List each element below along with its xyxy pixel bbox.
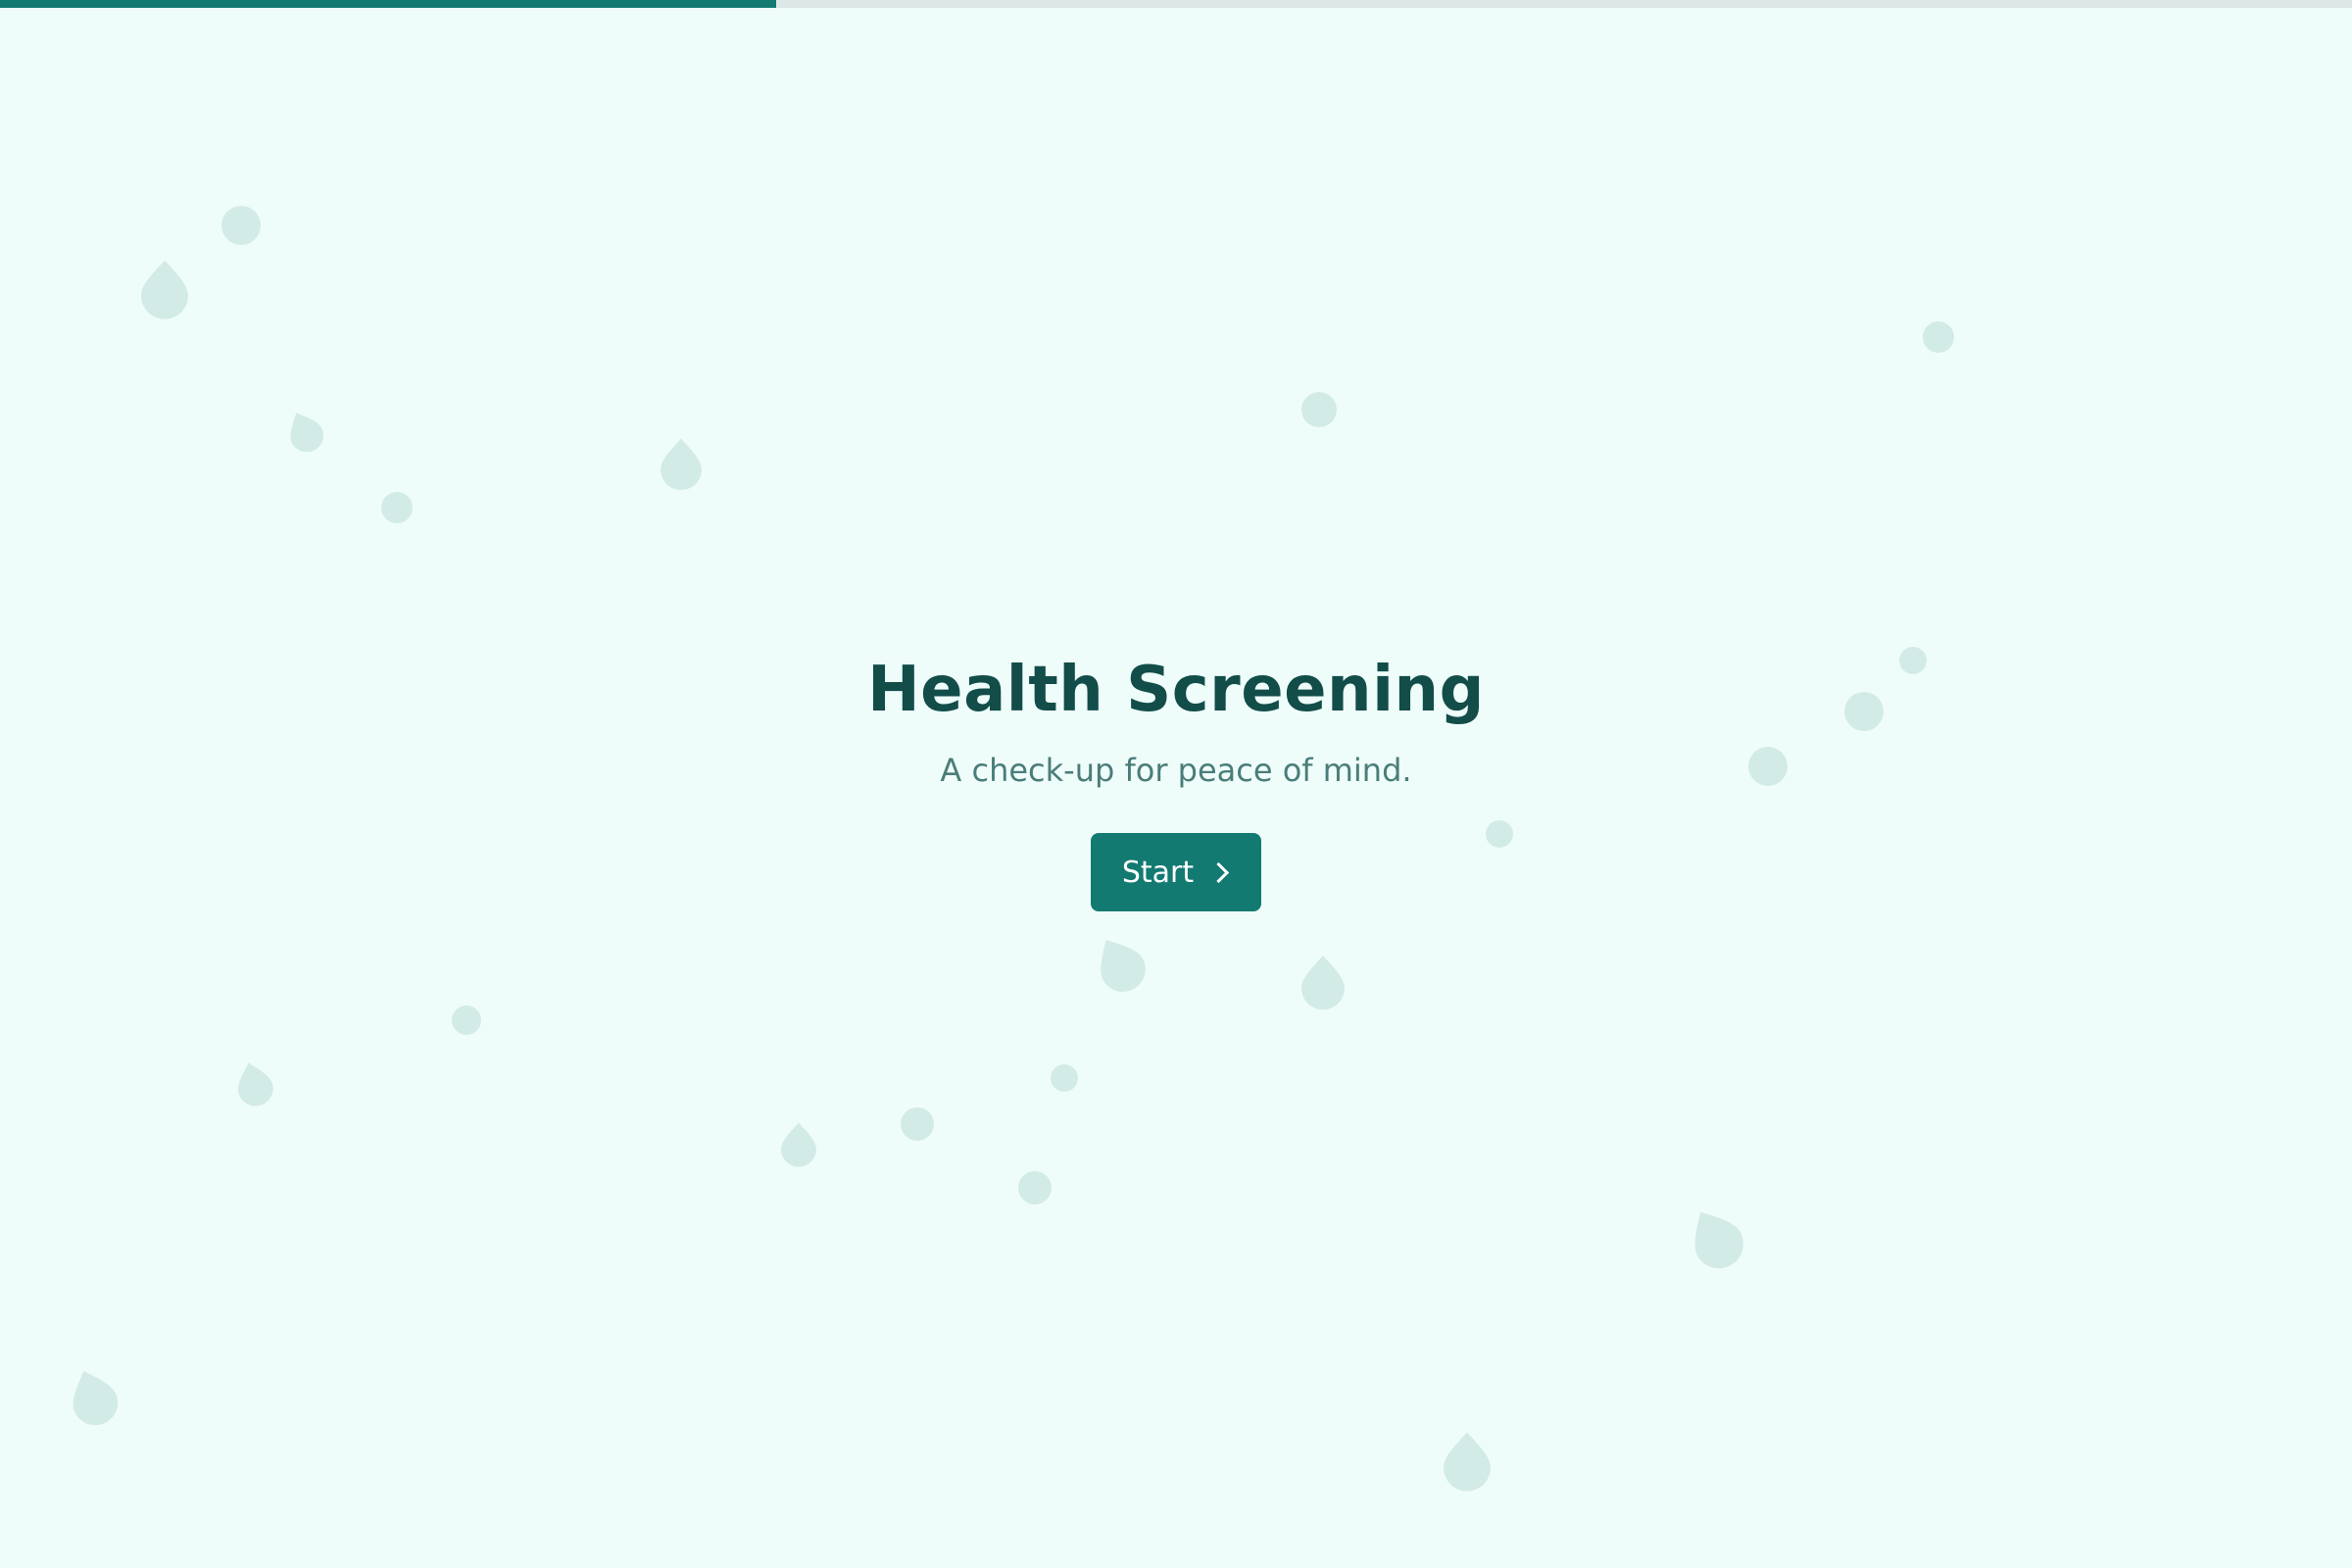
decor-droplet [73,1370,119,1426]
decor-droplet [1101,940,1146,992]
page-title: Health Screening [867,654,1485,726]
decor-dot [1051,1064,1078,1092]
decor-droplet [1694,1211,1743,1269]
decor-dot [452,1005,481,1035]
decor-dot [901,1107,934,1141]
decor-droplet [290,413,324,453]
decor-droplet [661,438,702,491]
decor-droplet [781,1122,816,1167]
decor-dot [1018,1171,1052,1204]
decor-droplet [1444,1432,1491,1492]
decor-dot [1923,321,1954,353]
decor-droplet [1301,956,1345,1010]
welcome-screen: Health Screening A check-up for peace of… [0,647,2352,911]
decor-droplet [141,260,188,319]
decor-dot [221,206,261,245]
chevron-right-icon [1208,861,1230,883]
start-button-label: Start [1121,855,1195,890]
start-button[interactable]: Start [1090,833,1262,911]
page-subtitle: A check-up for peace of mind. [940,752,1412,789]
decor-droplet [237,1062,273,1106]
decor-dot [381,492,413,523]
decor-dot [1301,392,1337,427]
